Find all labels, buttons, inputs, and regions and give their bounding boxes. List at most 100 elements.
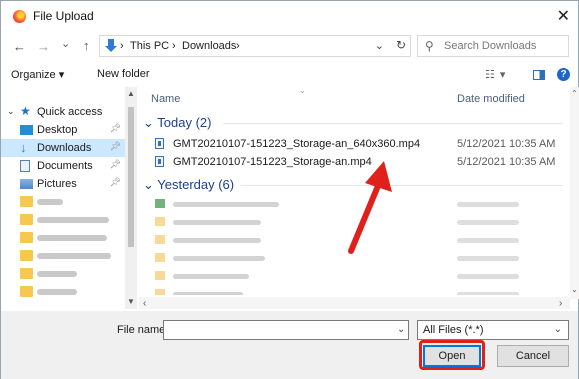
folder-icon [20,214,33,225]
blurred-date [457,202,519,207]
sidebar-item-blurred[interactable] [1,283,125,301]
expand-chevron-icon[interactable]: ⌄ [7,106,15,117]
group-divider [241,185,563,186]
file-row-blurred[interactable] [151,267,561,285]
change-view-icon[interactable]: ☷ ▾ [485,68,506,81]
navigation-row: ← → ⌄ ↑ › This PC › Downloads › ⌄ ↻ ⚲ Se… [1,31,578,61]
up-arrow-icon[interactable]: ↑ [83,38,90,53]
sidebar-item-downloads[interactable]: ↓ Downloads 📌︎ [1,139,125,157]
address-bar[interactable]: › This PC › Downloads › ⌄ ↻ [99,35,411,57]
dialog-footer: File name: ⌄ All Files (*.*) ⌄ Open Canc… [1,311,578,379]
search-placeholder: Search Downloads [444,40,537,52]
sidebar-item-label: Downloads [37,142,92,154]
blurred-name [173,220,261,225]
file-icon [155,271,165,280]
blurred-date [457,274,519,279]
file-name-dropdown-chevron-icon[interactable]: ⌄ [397,324,405,335]
group-header-today[interactable]: ⌄ Today (2) [143,115,211,131]
folder-icon [20,232,33,243]
pin-icon: 📌︎ [109,159,121,169]
refresh-icon[interactable]: ↻ [396,38,406,52]
preview-pane-icon[interactable] [533,70,545,80]
new-folder-button[interactable]: New folder [97,68,150,80]
organize-button[interactable]: Organize ▾ [11,68,64,81]
video-file-icon [155,156,164,167]
file-row-blurred[interactable] [151,213,561,231]
file-icon [155,217,165,226]
group-divider [223,123,563,124]
file-date: 5/12/2021 10:35 AM [457,156,556,168]
breadcrumb-this-pc[interactable]: This PC [130,40,169,52]
group-header-yesterday[interactable]: ⌄ Yesterday (6) [143,177,234,193]
sidebar-item-desktop[interactable]: Desktop 📌︎ [1,121,125,139]
sidebar-item-documents[interactable]: Documents 📌︎ [1,157,125,175]
sidebar-item-quick-access[interactable]: ⌄ ★ Quick access [1,103,125,121]
file-icon [155,289,165,295]
scroll-down-arrow-icon[interactable]: ▼ [127,297,135,306]
file-type-filter-select[interactable]: All Files (*.*) ⌄ [417,320,569,340]
breadcrumb-sep-icon: › [172,40,176,52]
group-label: Today (2) [157,115,212,130]
file-list-horizontal-scrollbar[interactable]: ‹ › [139,297,570,309]
sidebar-item-blurred[interactable] [1,247,125,265]
file-row[interactable]: GMT20210107-151223_Storage-an_640x360.mp… [151,135,561,153]
annotation-highlight-box [419,340,485,370]
blurred-name [173,202,279,207]
group-label: Yesterday (6) [157,177,235,192]
file-upload-dialog: File Upload ✕ ← → ⌄ ↑ › This PC › Downlo… [0,0,579,379]
cancel-button[interactable]: Cancel [497,345,569,367]
scrollbar-thumb[interactable] [128,107,134,247]
command-toolbar: Organize ▾ New folder ☷ ▾ ? [1,63,578,87]
search-box[interactable]: ⚲ Search Downloads [417,35,569,57]
help-icon[interactable]: ? [557,68,570,81]
file-list-vertical-scrollbar[interactable]: ⌃ ⌄ [570,87,579,299]
breadcrumb-downloads[interactable]: Downloads [182,40,236,52]
file-row-blurred[interactable] [151,231,561,249]
blurred-label [37,289,77,295]
sidebar-item-label: Desktop [37,124,78,136]
scroll-down-arrow-icon[interactable]: ⌄ [571,285,578,294]
recent-locations-chevron-icon[interactable]: ⌄ [61,37,70,50]
navigation-pane-scrollbar[interactable]: ▲ ▼ [125,87,137,309]
file-row[interactable]: GMT20210107-151223_Storage-an.mp4 5/12/2… [151,153,561,171]
blurred-date [457,292,519,295]
blurred-label [37,217,109,223]
column-header-name[interactable]: Name [151,93,180,105]
blurred-name [173,292,243,295]
sidebar-item-label: Documents [37,160,93,172]
file-row-blurred[interactable] [151,249,561,267]
sidebar-item-blurred[interactable] [1,265,125,283]
forward-arrow-icon[interactable]: → [37,39,50,54]
folder-icon [20,250,33,261]
scroll-up-arrow-icon[interactable]: ⌃ [571,89,578,98]
chevron-down-icon: ⌄ [553,324,562,335]
scroll-left-arrow-icon[interactable]: ‹ [143,298,146,309]
file-name: GMT20210107-151223_Storage-an_640x360.mp… [173,138,421,150]
star-icon: ★ [20,104,31,118]
address-dropdown-chevron-icon[interactable]: ⌄ [375,39,384,52]
blurred-date [457,238,519,243]
column-header-date-modified[interactable]: Date modified [457,93,525,105]
file-icon [155,253,165,262]
back-arrow-icon[interactable]: ← [13,39,26,54]
pictures-icon [20,179,33,189]
search-icon: ⚲ [425,39,434,53]
scroll-right-arrow-icon[interactable]: › [559,298,562,309]
window-title: File Upload [33,9,94,23]
file-name-label: File name: [117,324,169,336]
sidebar-item-blurred[interactable] [1,193,125,211]
downloads-icon: ↓ [20,140,27,155]
file-row-blurred[interactable] [151,285,561,295]
firefox-icon [13,10,26,23]
scroll-up-arrow-icon[interactable]: ▲ [127,89,135,98]
sidebar-item-pictures[interactable]: Pictures 📌︎ [1,175,125,193]
breadcrumb-sep-icon: › [120,40,124,52]
sidebar-item-blurred[interactable] [1,229,125,247]
pin-icon: 📌︎ [109,177,121,187]
file-name-input[interactable] [163,320,409,340]
blurred-name [173,238,261,243]
sidebar-item-blurred[interactable] [1,211,125,229]
close-icon[interactable]: ✕ [557,6,570,26]
blurred-label [37,271,77,277]
file-row-blurred[interactable] [151,195,561,213]
